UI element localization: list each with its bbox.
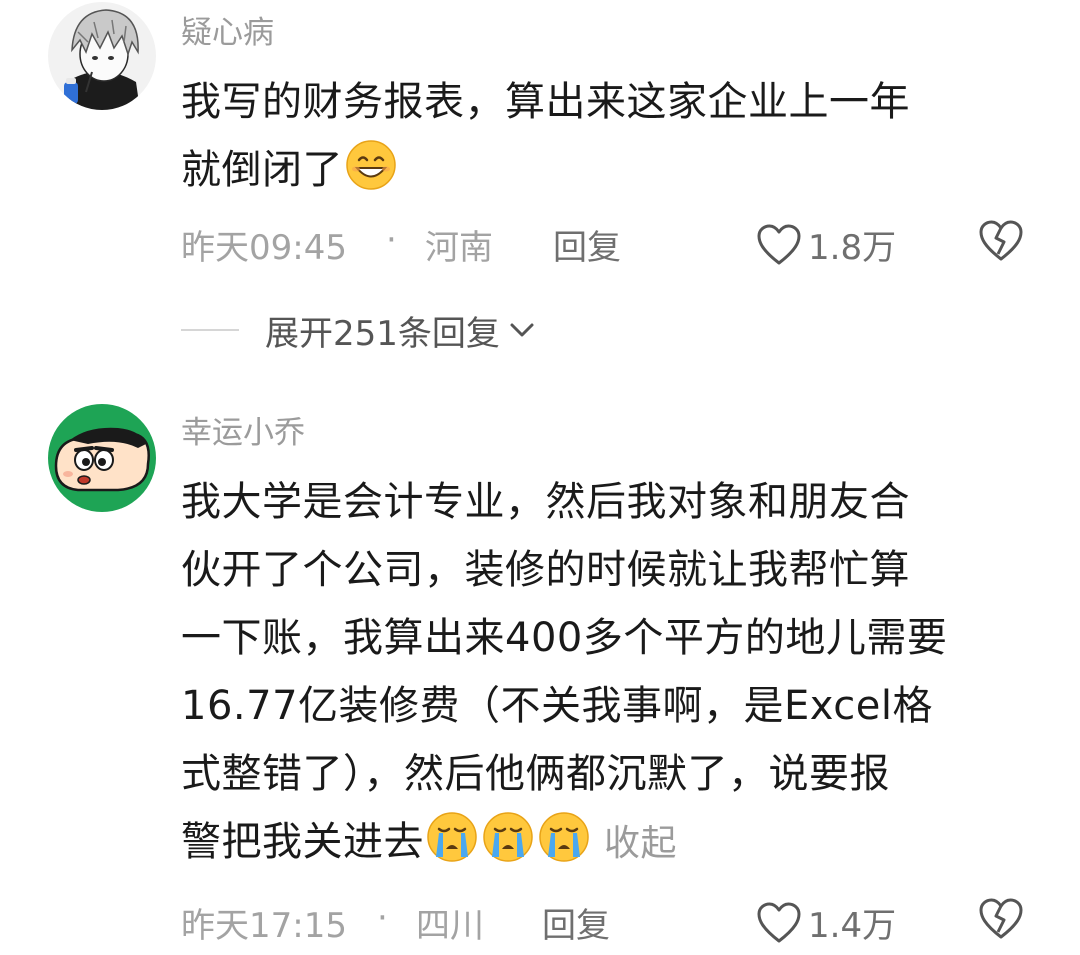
like-button[interactable]: 1.4万 — [756, 898, 896, 947]
comment-line: 我大学是会计专业，然后我对象和朋友合 — [181, 479, 910, 525]
crayon-shinchan-avatar-icon — [48, 404, 156, 512]
broken-heart-icon — [979, 220, 1023, 261]
comment-meta: 昨天17:15 · 四川 回复 1.4万 — [181, 898, 1040, 946]
comment-meta: 昨天09:45 · 河南 回复 1.8万 — [181, 220, 1040, 268]
comment-line: 我写的财务报表，算出来这家企业上一年 — [181, 79, 910, 125]
comment-text: 我写的财务报表，算出来这家企业上一年 就倒闭了 — [181, 68, 1041, 204]
heart-icon — [757, 224, 801, 264]
like-count: 1.4万 — [808, 906, 897, 946]
collapse-button[interactable]: 收起 — [604, 823, 677, 864]
reply-button[interactable]: 回复 — [553, 220, 621, 269]
comment-line: 一下账，我算出来400多个平方的地儿需要 — [181, 615, 948, 661]
expand-replies-label: 展开251条回复 — [265, 313, 500, 354]
comment-line: 伙开了个公司，装修的时候就让我帮忙算 — [181, 547, 910, 593]
timestamp: 昨天17:15 — [181, 906, 347, 946]
reply-button[interactable]: 回复 — [542, 898, 610, 947]
chevron-down-icon — [510, 323, 534, 337]
crying-emoji-icon — [427, 812, 477, 862]
location: 河南 — [425, 228, 493, 268]
separator-dot: · — [377, 898, 388, 938]
expand-replies-button[interactable]: 展开251条回复 — [181, 308, 536, 354]
heart-icon — [757, 902, 801, 942]
dislike-button[interactable] — [978, 898, 1024, 949]
separator-dot: · — [386, 220, 397, 260]
comment-text: 我大学是会计专业，然后我对象和朋友合 伙开了个公司，装修的时候就让我帮忙算 一下… — [181, 468, 1041, 878]
user-avatar[interactable] — [48, 2, 156, 110]
comment-line-with-emoji: 就倒闭了 — [181, 136, 1041, 204]
grin-emoji-icon — [346, 140, 396, 190]
username[interactable]: 幸运小乔 — [181, 414, 305, 452]
broken-heart-icon — [979, 898, 1023, 939]
dislike-button[interactable] — [978, 220, 1024, 271]
location: 四川 — [416, 906, 484, 946]
crying-emoji-icon — [483, 812, 533, 862]
username[interactable]: 疑心病 — [181, 14, 274, 52]
comment-line: 式整错了），然后他俩都沉默了，说要报 — [181, 751, 890, 797]
comment-line: 就倒闭了 — [181, 147, 343, 193]
like-count: 1.8万 — [808, 228, 897, 268]
comment-line-with-emoji: 警把我关进去 收起 — [181, 808, 1041, 878]
comment-line: 16.77亿装修费（不关我事啊，是Excel格 — [181, 683, 933, 729]
anime-boy-avatar-icon — [48, 2, 156, 110]
crying-emoji-icon — [539, 812, 589, 862]
timestamp: 昨天09:45 — [181, 228, 347, 268]
like-button[interactable]: 1.8万 — [756, 220, 896, 269]
user-avatar[interactable] — [48, 404, 156, 512]
divider-line — [181, 329, 239, 331]
comment-line: 警把我关进去 — [181, 819, 424, 865]
